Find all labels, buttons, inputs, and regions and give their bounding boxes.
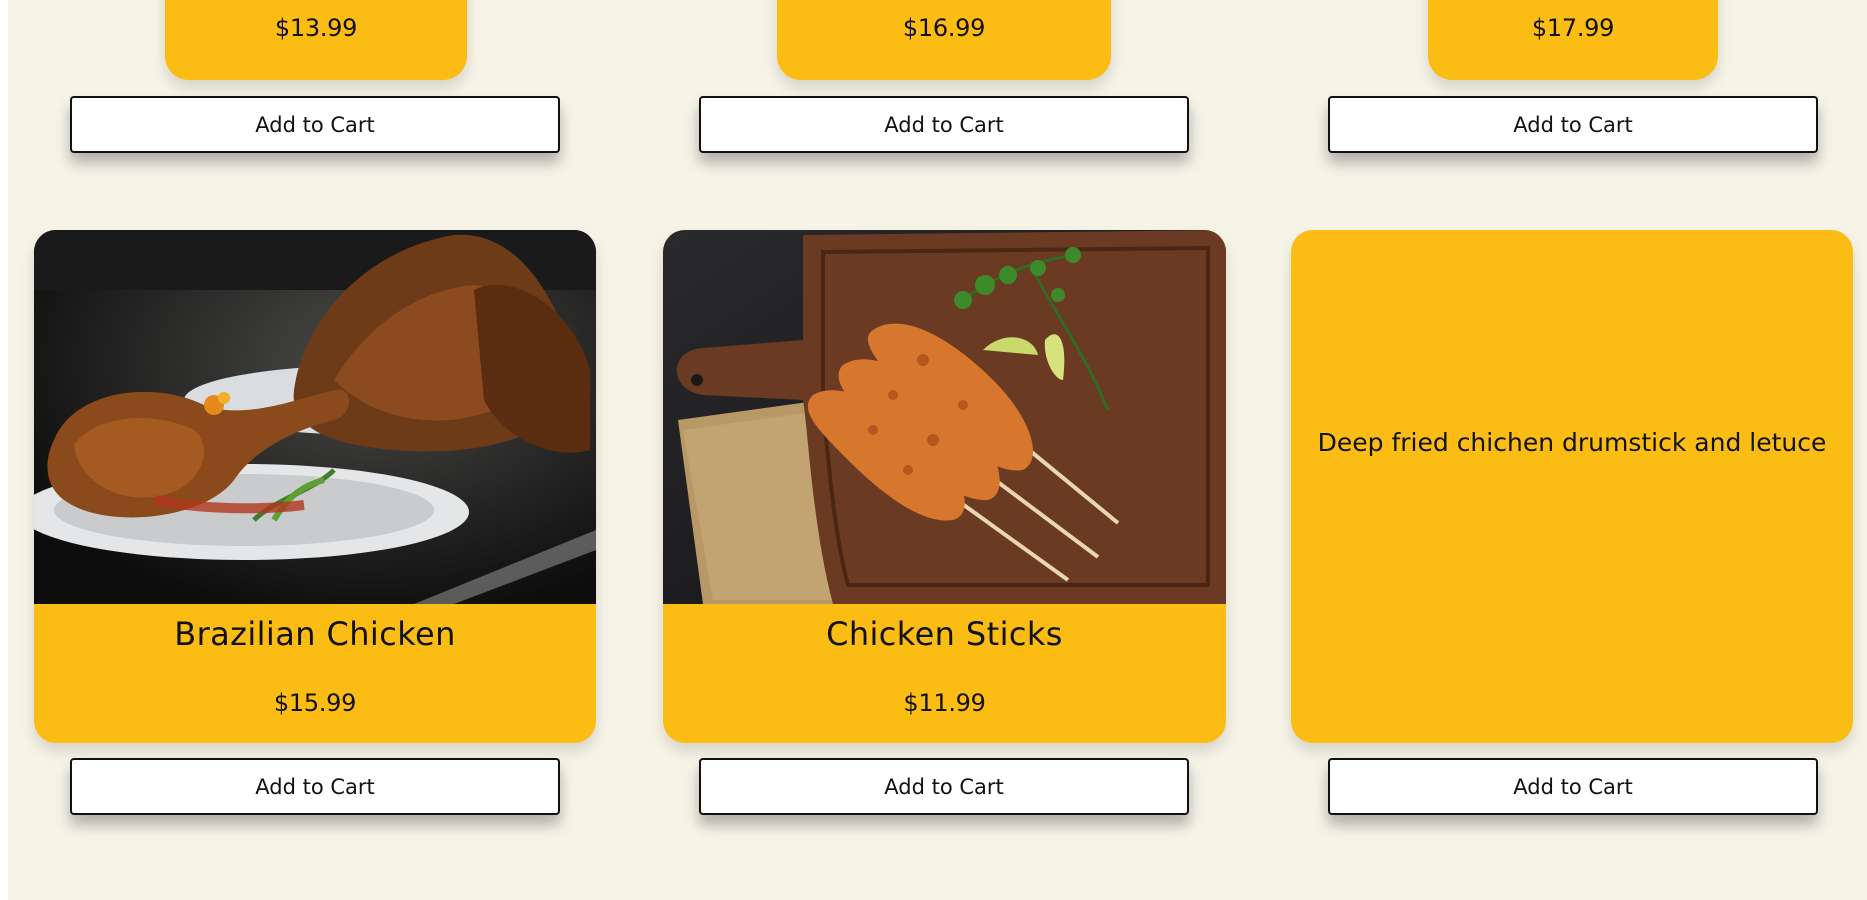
add-to-cart-button[interactable]: Add to Cart [70, 96, 560, 153]
add-to-cart-button[interactable]: Add to Cart [699, 758, 1189, 815]
add-to-cart-button[interactable]: Add to Cart [699, 96, 1189, 153]
add-to-cart-button[interactable]: Add to Cart [1328, 96, 1818, 153]
menu-card-drumstick-description: Deep fried chichen drumstick and letuce [1291, 230, 1853, 743]
card-price: $15.99 [273, 689, 357, 717]
menu-card-chicken-sticks: Chicken Sticks $11.99 [663, 230, 1226, 743]
menu-card-top-3: $17.99 [1428, 0, 1718, 80]
dish-description: Deep fried chichen drumstick and letuce [1317, 428, 1827, 457]
menu-page: $13.99 $16.99 $17.99 Add to Cart Add to … [8, 0, 1867, 900]
card-price: $11.99 [903, 689, 986, 717]
card-price: $16.99 [902, 14, 986, 42]
dish-image [663, 230, 1226, 604]
add-to-cart-button[interactable]: Add to Cart [70, 758, 560, 815]
menu-card-top-2: $16.99 [777, 0, 1111, 80]
dish-image [34, 230, 596, 604]
dish-name: Brazilian Chicken [174, 615, 456, 653]
card-price: $13.99 [274, 14, 358, 42]
menu-card-brazilian-chicken: Brazilian Chicken $15.99 [34, 230, 596, 743]
card-price: $17.99 [1531, 14, 1615, 42]
menu-card-top-1: $13.99 [165, 0, 467, 80]
dish-name: Chicken Sticks [826, 615, 1063, 653]
add-to-cart-button[interactable]: Add to Cart [1328, 758, 1818, 815]
